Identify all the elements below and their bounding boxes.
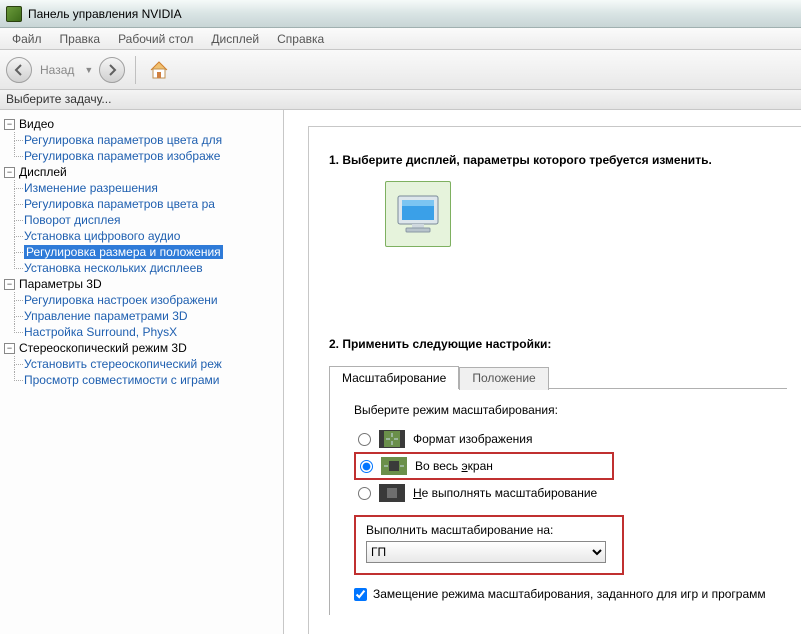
radio-aspect-input[interactable] xyxy=(358,433,371,446)
toolbar-separator xyxy=(135,56,136,84)
tree-item-video-image[interactable]: Регулировка параметров изображе xyxy=(14,148,283,164)
tabstrip: Масштабирование Положение xyxy=(329,365,787,388)
override-checkbox[interactable] xyxy=(354,588,367,601)
tree-item-desktop-color[interactable]: Регулировка параметров цвета ра xyxy=(14,196,283,212)
override-label: Замещение режима масштабирования, заданн… xyxy=(373,587,766,601)
tree-item-digital-audio[interactable]: Установка цифрового аудио xyxy=(14,228,283,244)
toolbar: Назад ▼ xyxy=(0,50,801,90)
tree-group-stereo[interactable]: − Стереоскопический режим 3D xyxy=(4,340,283,356)
back-label: Назад xyxy=(36,63,78,77)
tree-item-3d-manage[interactable]: Управление параметрами 3D xyxy=(14,308,283,324)
tree-item-stereo-compat[interactable]: Просмотр совместимости с играми xyxy=(14,372,283,388)
step1-heading: 1. Выберите дисплей, параметры которого … xyxy=(329,153,787,167)
tree-group-3d[interactable]: − Параметры 3D xyxy=(4,276,283,292)
tree-item-multi-display[interactable]: Установка нескольких дисплеев xyxy=(14,260,283,276)
scaling-mode-label: Выберите режим масштабирования: xyxy=(354,403,773,417)
override-checkbox-row[interactable]: Замещение режима масштабирования, заданн… xyxy=(354,587,773,601)
radio-noscale-input[interactable] xyxy=(358,487,371,500)
menu-edit[interactable]: Правка xyxy=(52,30,109,48)
tree-item-3d-image[interactable]: Регулировка настроек изображени xyxy=(14,292,283,308)
tree-item-stereo-setup[interactable]: Установить стереоскопический реж xyxy=(14,356,283,372)
tree-item-resolution[interactable]: Изменение разрешения xyxy=(14,180,283,196)
tab-panel-scaling: Выберите режим масштабирования: Формат и… xyxy=(329,388,787,615)
radio-aspect-label: Формат изображения xyxy=(413,432,532,446)
perform-on-label: Выполнить масштабирование на: xyxy=(366,523,612,537)
noscale-icon xyxy=(379,484,405,502)
home-button[interactable] xyxy=(146,57,172,83)
titlebar: Панель управления NVIDIA xyxy=(0,0,801,28)
content-pane: 1. Выберите дисплей, параметры которого … xyxy=(284,110,801,634)
tree-group-video[interactable]: − Видео xyxy=(4,116,283,132)
radio-fullscreen-label: Во весь экран xyxy=(415,459,493,473)
menu-display[interactable]: Дисплей xyxy=(203,30,267,48)
window-title: Панель управления NVIDIA xyxy=(28,7,182,21)
tree-group-display[interactable]: − Дисплей xyxy=(4,164,283,180)
radio-no-scaling[interactable]: Не выполнять масштабирование xyxy=(354,481,773,505)
tab-position[interactable]: Положение xyxy=(459,367,548,390)
back-button[interactable] xyxy=(6,57,32,83)
forward-button[interactable] xyxy=(99,57,125,83)
aspect-icon xyxy=(379,430,405,448)
back-dropdown-icon[interactable]: ▼ xyxy=(82,65,95,75)
radio-fullscreen[interactable]: Во весь экран xyxy=(354,452,614,480)
tree-item-size-position[interactable]: Регулировка размера и положения xyxy=(14,244,283,260)
perform-scaling-block: Выполнить масштабирование на: ГП xyxy=(354,515,624,575)
menu-file[interactable]: Файл xyxy=(4,30,50,48)
display-selector[interactable] xyxy=(385,181,451,247)
tree-item-video-color[interactable]: Регулировка параметров цвета для xyxy=(14,132,283,148)
radio-noscale-label: Не выполнять масштабирование xyxy=(413,486,597,500)
radio-fullscreen-input[interactable] xyxy=(360,460,373,473)
radio-aspect-ratio[interactable]: Формат изображения xyxy=(354,427,773,451)
fullscreen-icon xyxy=(381,457,407,475)
menubar: Файл Правка Рабочий стол Дисплей Справка xyxy=(0,28,801,50)
menu-help[interactable]: Справка xyxy=(269,30,332,48)
menu-desktop[interactable]: Рабочий стол xyxy=(110,30,201,48)
sidebar-tree: − Видео Регулировка параметров цвета для… xyxy=(0,110,284,634)
nvidia-app-icon xyxy=(6,6,22,22)
task-prompt: Выберите задачу... xyxy=(0,90,801,110)
tab-scaling[interactable]: Масштабирование xyxy=(329,366,459,389)
perform-on-select[interactable]: ГП xyxy=(366,541,606,563)
tree-item-rotate[interactable]: Поворот дисплея xyxy=(14,212,283,228)
step2-heading: 2. Применить следующие настройки: xyxy=(329,337,787,351)
tree-item-surround[interactable]: Настройка Surround, PhysX xyxy=(14,324,283,340)
